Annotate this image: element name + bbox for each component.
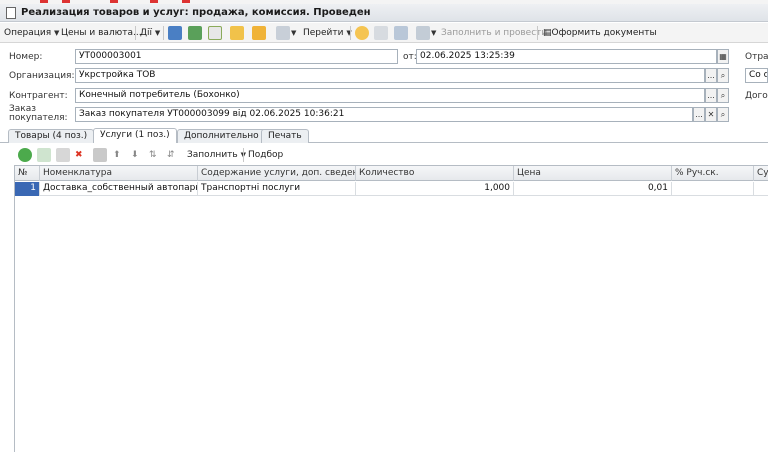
reflect-field[interactable]: Со ск [745, 68, 768, 83]
clear-icon[interactable]: ✕ [705, 107, 717, 122]
based-on-icon[interactable] [276, 26, 290, 40]
main-toolbar: Операция ▼ Цены и валюта... Дії ▼ ▼ Пере… [0, 23, 768, 43]
row-number: 1 [15, 182, 40, 196]
column-header-quantity[interactable]: Количество [356, 166, 514, 181]
cell-discount[interactable] [672, 182, 754, 196]
services-table: № Номенклатура Содержание услуги, доп. с… [14, 165, 768, 452]
copy-icon[interactable] [37, 148, 51, 162]
chevron-down-icon: ▼ [54, 29, 60, 37]
column-header-price[interactable]: Цена [514, 166, 672, 181]
cell-quantity[interactable]: 1,000 [356, 182, 514, 196]
tab-bar: Товары (4 поз.) Услуги (1 поз.) Дополнит… [0, 128, 768, 143]
chevron-down-icon[interactable]: ▼ [431, 26, 436, 40]
column-header-number[interactable]: № [15, 166, 40, 181]
print-icon[interactable] [416, 26, 430, 40]
organization-label: Организация: [9, 71, 75, 81]
date-label: от: [403, 52, 417, 62]
number-label: Номер: [9, 52, 43, 62]
delete-icon[interactable]: ✖ [75, 148, 83, 162]
table-toolbar: ✖ ⬆ ⬇ ⇅ ⇵ Заполнить ▼ Подбор [0, 146, 768, 164]
fill-label: Заполнить [187, 150, 238, 160]
prices-currency-button[interactable]: Цены и валюта... [61, 26, 142, 40]
tab-goods[interactable]: Товары (4 поз.) [8, 129, 95, 143]
toolbar-separator [243, 148, 244, 162]
tab-additional[interactable]: Дополнительно [177, 129, 266, 143]
column-header-discount[interactable]: % Руч.ск. [672, 166, 754, 181]
structure-icon[interactable] [230, 26, 244, 40]
operation-menu[interactable]: Операция ▼ [4, 26, 59, 40]
goto-menu[interactable]: Перейти ▼ [303, 26, 352, 40]
edit-icon[interactable] [56, 148, 70, 162]
cell-content[interactable]: Транспортні послуги [198, 182, 356, 196]
cell-price[interactable]: 0,01 [514, 182, 672, 196]
table-header: № Номенклатура Содержание услуги, доп. с… [15, 166, 768, 181]
chevron-down-icon: ▼ [154, 29, 161, 37]
post-icon[interactable] [188, 26, 202, 40]
toolbar-separator [350, 26, 351, 40]
table-row[interactable]: 1 Доставка_собственный автопарк Транспор… [15, 182, 768, 196]
help-icon[interactable] [355, 26, 369, 40]
movements-icon[interactable] [252, 26, 266, 40]
document-icon: ▤ [543, 28, 552, 38]
toolbar-separator [135, 26, 136, 40]
tab-services[interactable]: Услуги (1 поз.) [93, 128, 177, 143]
toolbar-separator [163, 26, 164, 40]
select-button[interactable]: ... [705, 88, 717, 103]
date-field[interactable]: 02.06.2025 13:25:39 [416, 49, 717, 64]
make-docs-label: Оформить документы [551, 28, 657, 38]
add-icon[interactable] [18, 148, 32, 162]
cell-item[interactable]: Доставка_собственный автопарк [40, 182, 198, 196]
chevron-down-icon[interactable]: ▼ [291, 26, 296, 40]
reflect-label: Отраз [745, 52, 768, 62]
move-down-icon[interactable]: ⬇ [131, 148, 139, 162]
select-button[interactable]: ... [705, 68, 717, 83]
number-field[interactable]: УТ000003001 [75, 49, 398, 64]
window-title: Реализация товаров и услуг: продажа, ком… [21, 7, 371, 18]
tab-print[interactable]: Печать [261, 129, 309, 143]
column-header-item[interactable]: Номенклатура [40, 166, 198, 181]
toolbar-separator [537, 26, 538, 40]
document-icon [6, 7, 16, 19]
operation-label: Операция [4, 28, 52, 38]
contractor-field[interactable]: Конечный потребитель (Бохонко) [75, 88, 705, 103]
contractor-label: Контрагент: [9, 91, 68, 101]
cell-sum[interactable] [754, 182, 768, 196]
column-header-sum[interactable]: Су [754, 166, 768, 181]
select-items-button[interactable]: Подбор [248, 148, 283, 162]
order-label: Заказ покупателя: [9, 104, 68, 123]
column-header-content[interactable]: Содержание услуги, доп. сведения [198, 166, 356, 181]
sort-asc-icon[interactable]: ⇅ [149, 148, 157, 162]
calendar-icon[interactable]: ▦ [717, 49, 729, 64]
fill-and-post-button[interactable]: Заполнить и провести [441, 26, 547, 40]
sort-desc-icon[interactable]: ⇵ [167, 148, 175, 162]
move-up-icon[interactable]: ⬆ [113, 148, 121, 162]
contract-label: Догов [745, 91, 768, 101]
save-icon[interactable] [168, 26, 182, 40]
list-icon[interactable] [374, 26, 388, 40]
search-icon[interactable]: ⌕ [717, 107, 729, 122]
fill-menu[interactable]: Заполнить ▼ [187, 148, 246, 162]
window-titlebar: Реализация товаров и услуг: продажа, ком… [0, 4, 768, 22]
unpost-icon[interactable] [208, 26, 222, 40]
order-field[interactable]: Заказ покупателя УТ000003099 від 02.06.2… [75, 107, 693, 122]
tree-icon[interactable] [394, 26, 408, 40]
actions-menu[interactable]: Дії ▼ [140, 26, 160, 40]
organization-field[interactable]: Укрстройка ТОВ [75, 68, 705, 83]
make-documents-button[interactable]: ▤Оформить документы [543, 26, 657, 40]
end-edit-icon[interactable] [93, 148, 107, 162]
goto-label: Перейти [303, 28, 344, 38]
select-button[interactable]: ... [693, 107, 705, 122]
actions-label: Дії [140, 28, 153, 38]
search-icon[interactable]: ⌕ [717, 68, 729, 83]
search-icon[interactable]: ⌕ [717, 88, 729, 103]
